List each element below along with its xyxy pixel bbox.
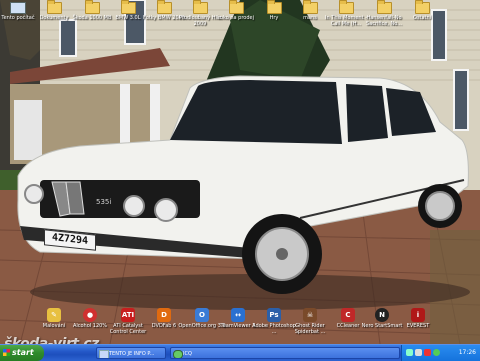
- photoshop-icon: Ps: [267, 308, 281, 322]
- network-icon[interactable]: [406, 349, 413, 356]
- ghostrider-icon: ☠: [303, 308, 317, 322]
- volume-icon[interactable]: [415, 349, 422, 356]
- desktop-wallpaper: 535i: [0, 0, 480, 344]
- desktop-icon-label: Hansenfall-No Sacrifice, No...: [365, 15, 403, 27]
- taskbar-button-icq[interactable]: ICQ: [170, 347, 400, 359]
- desktop-icon-ostatni[interactable]: Ostatní: [398, 0, 446, 21]
- teamviewer-icon: ↔: [231, 308, 245, 322]
- folder-icon: [302, 0, 318, 14]
- desktop-icon-everest[interactable]: i EVEREST: [394, 308, 442, 329]
- desktop-icon-label: roko na prodej: [217, 15, 254, 21]
- antivirus-icon[interactable]: [424, 349, 431, 356]
- folder-icon: [156, 0, 172, 14]
- folder-icon: [376, 0, 392, 14]
- icq-tray-icon[interactable]: [433, 349, 440, 356]
- taskbar-button-label: TENTO JE INFO P...: [109, 351, 155, 357]
- taskbar: start TENTO JE INFO P... ICQ 17:26: [0, 344, 480, 361]
- desktop-icon-label: EVEREST: [406, 323, 430, 329]
- start-label: start: [12, 348, 34, 357]
- openoffice-icon: O: [195, 308, 209, 322]
- window-icon: [99, 350, 109, 358]
- windows-logo-icon: [3, 349, 10, 356]
- folder-icon: [266, 0, 282, 14]
- desktop-icon-label: Dokumenty: [39, 15, 69, 21]
- desktop-icon-label: Ghost Rider Spiderbat ...: [294, 323, 326, 335]
- everest-icon: i: [411, 308, 425, 322]
- ati-icon: ATI: [121, 308, 135, 322]
- folder-icon: [192, 0, 208, 14]
- taskbar-button-label: ICQ: [183, 351, 192, 357]
- license-plate-number: 4Z7294: [51, 232, 89, 247]
- start-button[interactable]: start: [0, 345, 44, 361]
- nero-icon: N: [375, 308, 389, 322]
- icq-flower-icon: [173, 350, 183, 358]
- folder-icon: [414, 0, 430, 14]
- desktop-icon-label: Malování: [42, 323, 66, 329]
- desktop-icon-label: BMW 3.0L: [115, 15, 141, 21]
- desktop-icon-label: Alcohol 120%: [72, 323, 108, 329]
- ccleaner-icon: C: [341, 308, 355, 322]
- dvdfab-icon: D: [157, 308, 171, 322]
- desktop-icon-label: mans: [303, 15, 317, 21]
- computer-icon: [10, 2, 26, 14]
- taskbar-button-info[interactable]: TENTO JE INFO P...: [96, 347, 166, 359]
- system-tray: 17:26: [401, 345, 480, 361]
- paint-icon: ✎: [47, 308, 61, 322]
- folder-icon: [228, 0, 244, 14]
- desktop-icon-label: Ostatní: [412, 15, 432, 21]
- folder-icon: [338, 0, 354, 14]
- folder-icon: [46, 0, 62, 14]
- alcohol-icon: ●: [83, 308, 97, 322]
- folder-icon: [120, 0, 136, 14]
- system-clock[interactable]: 17:26: [459, 345, 476, 361]
- svg-text:535i: 535i: [96, 198, 111, 206]
- folder-icon: [84, 0, 100, 14]
- desktop-icon-label: DVDFab 6: [151, 323, 177, 329]
- desktop-icon-label: Hry: [269, 15, 279, 21]
- desktop-icon-label: CCleaner: [336, 323, 360, 329]
